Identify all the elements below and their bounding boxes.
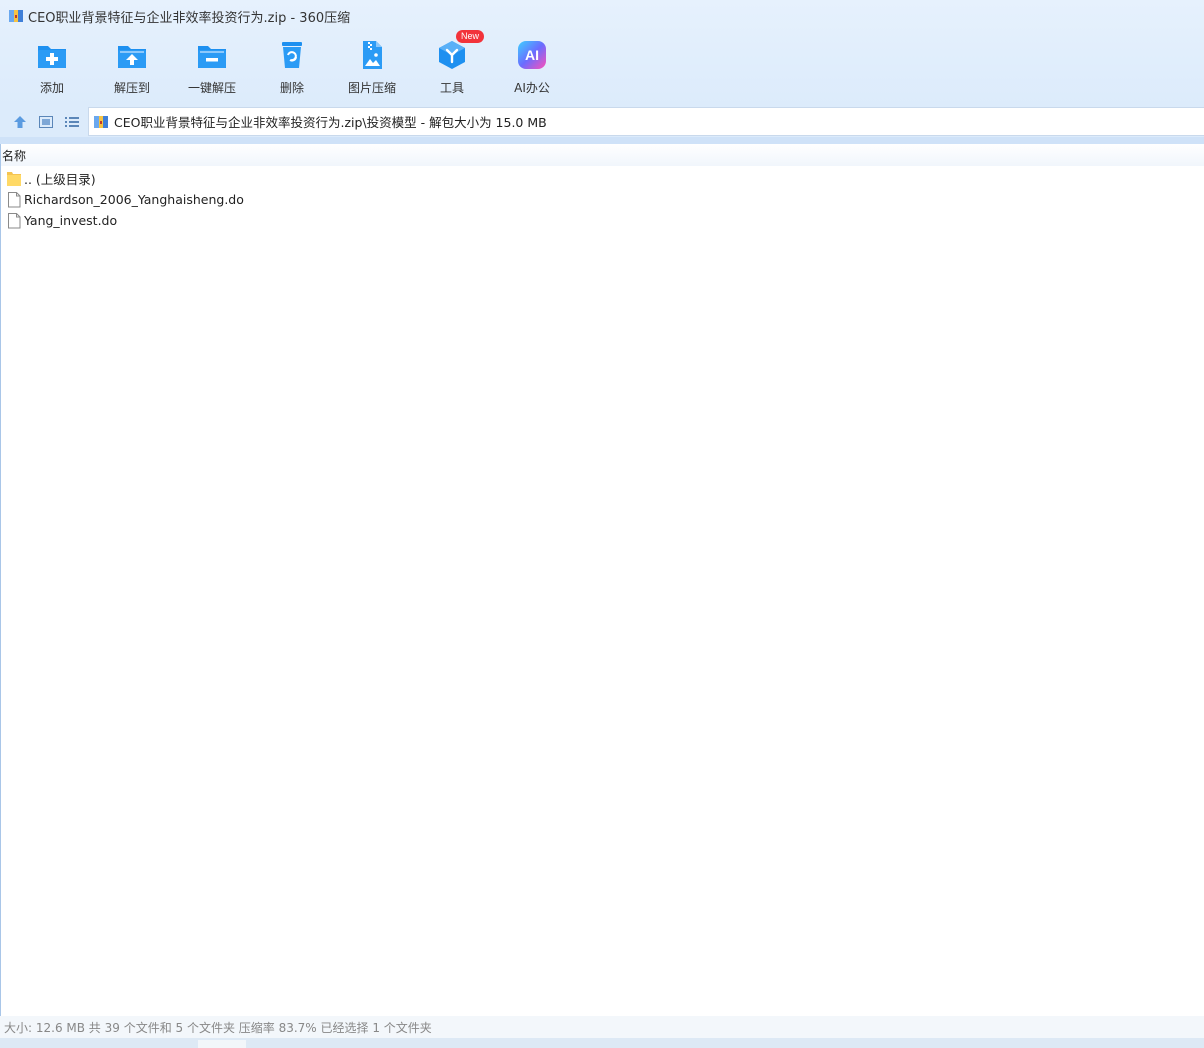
address-bar[interactable]: CEO职业背景特征与企业非效率投资行为.zip\投资模型 - 解包大小为 15.… bbox=[88, 107, 1204, 136]
zip-archive-icon bbox=[94, 115, 108, 128]
folder-icon bbox=[7, 172, 21, 186]
list-view-button[interactable] bbox=[63, 113, 81, 131]
one-click-extract-label: 一键解压 bbox=[187, 81, 236, 95]
ai-office-button[interactable]: AI AI办公 bbox=[492, 36, 572, 100]
address-row: CEO职业背景特征与企业非效率投资行为.zip\投资模型 - 解包大小为 15.… bbox=[0, 107, 1204, 137]
extract-to-icon bbox=[118, 46, 146, 68]
one-click-extract-button[interactable]: 一键解压 bbox=[172, 36, 252, 100]
extract-to-label: 解压到 bbox=[113, 81, 150, 95]
column-header-name[interactable]: 名称 bbox=[1, 144, 1204, 166]
address-separator bbox=[0, 137, 1204, 144]
tools-cube-icon bbox=[439, 41, 465, 69]
main-toolbar: 添加 解压到 一键解压 删除 图片压缩 New 工具 AI AI办公 bbox=[12, 30, 572, 100]
file-icon bbox=[8, 213, 21, 229]
delete-label: 删除 bbox=[279, 81, 304, 95]
scrollbar-thumb[interactable] bbox=[198, 1040, 246, 1048]
list-view-icon bbox=[65, 117, 79, 127]
file-rows: .. (上级目录) Richardson_2006_Yanghaisheng.d… bbox=[6, 168, 244, 231]
zip-archive-icon bbox=[9, 10, 23, 22]
add-label: 添加 bbox=[39, 81, 64, 95]
trash-icon bbox=[282, 42, 302, 68]
window-header: CEO职业背景特征与企业非效率投资行为.zip - 360压缩 添加 解压到 一… bbox=[0, 0, 1204, 107]
arrow-up-icon bbox=[14, 116, 26, 128]
new-badge: New bbox=[456, 30, 485, 43]
window-title: CEO职业背景特征与企业非效率投资行为.zip - 360压缩 bbox=[28, 10, 351, 26]
title-bar: CEO职业背景特征与企业非效率投资行为.zip - 360压缩 bbox=[0, 0, 1204, 32]
add-button[interactable]: 添加 bbox=[12, 36, 92, 100]
delete-button[interactable]: 删除 bbox=[252, 36, 332, 100]
list-item-name: Richardson_2006_Yanghaisheng.do bbox=[24, 192, 244, 207]
status-text: 大小: 12.6 MB 共 39 个文件和 5 个文件夹 压缩率 83.7% 已… bbox=[4, 1020, 432, 1035]
image-compress-label: 图片压缩 bbox=[347, 81, 396, 95]
thumbnail-view-button[interactable] bbox=[37, 113, 55, 131]
address-path: CEO职业背景特征与企业非效率投资行为.zip\投资模型 - 解包大小为 15.… bbox=[114, 115, 547, 130]
add-folder-icon bbox=[38, 46, 66, 68]
thumbnail-view-icon bbox=[39, 116, 53, 128]
column-name-label: 名称 bbox=[2, 148, 27, 163]
up-level-button[interactable] bbox=[11, 113, 29, 131]
ai-office-label: AI办公 bbox=[514, 81, 550, 95]
file-icon bbox=[8, 192, 21, 208]
list-item[interactable]: Yang_invest.do bbox=[6, 210, 244, 231]
image-compress-icon bbox=[363, 41, 382, 69]
tools-label: 工具 bbox=[439, 81, 464, 95]
one-click-extract-icon bbox=[198, 46, 226, 68]
file-list: 名称 .. (上级目录) Richardson_2006_Yanghaishen… bbox=[0, 144, 1204, 1016]
list-item-name: .. (上级目录) bbox=[24, 172, 96, 187]
list-item-name: Yang_invest.do bbox=[24, 213, 118, 228]
list-item-parent-dir[interactable]: .. (上级目录) bbox=[6, 168, 244, 189]
image-compress-button[interactable]: 图片压缩 bbox=[332, 36, 412, 100]
status-bar: 大小: 12.6 MB 共 39 个文件和 5 个文件夹 压缩率 83.7% 已… bbox=[0, 1016, 1204, 1038]
ai-icon-text: AI bbox=[525, 47, 539, 63]
tools-button[interactable]: New 工具 bbox=[412, 30, 492, 100]
horizontal-scrollbar[interactable] bbox=[0, 1038, 1204, 1048]
extract-to-button[interactable]: 解压到 bbox=[92, 36, 172, 100]
list-item[interactable]: Richardson_2006_Yanghaisheng.do bbox=[6, 189, 244, 210]
ai-office-icon: AI bbox=[518, 41, 546, 69]
